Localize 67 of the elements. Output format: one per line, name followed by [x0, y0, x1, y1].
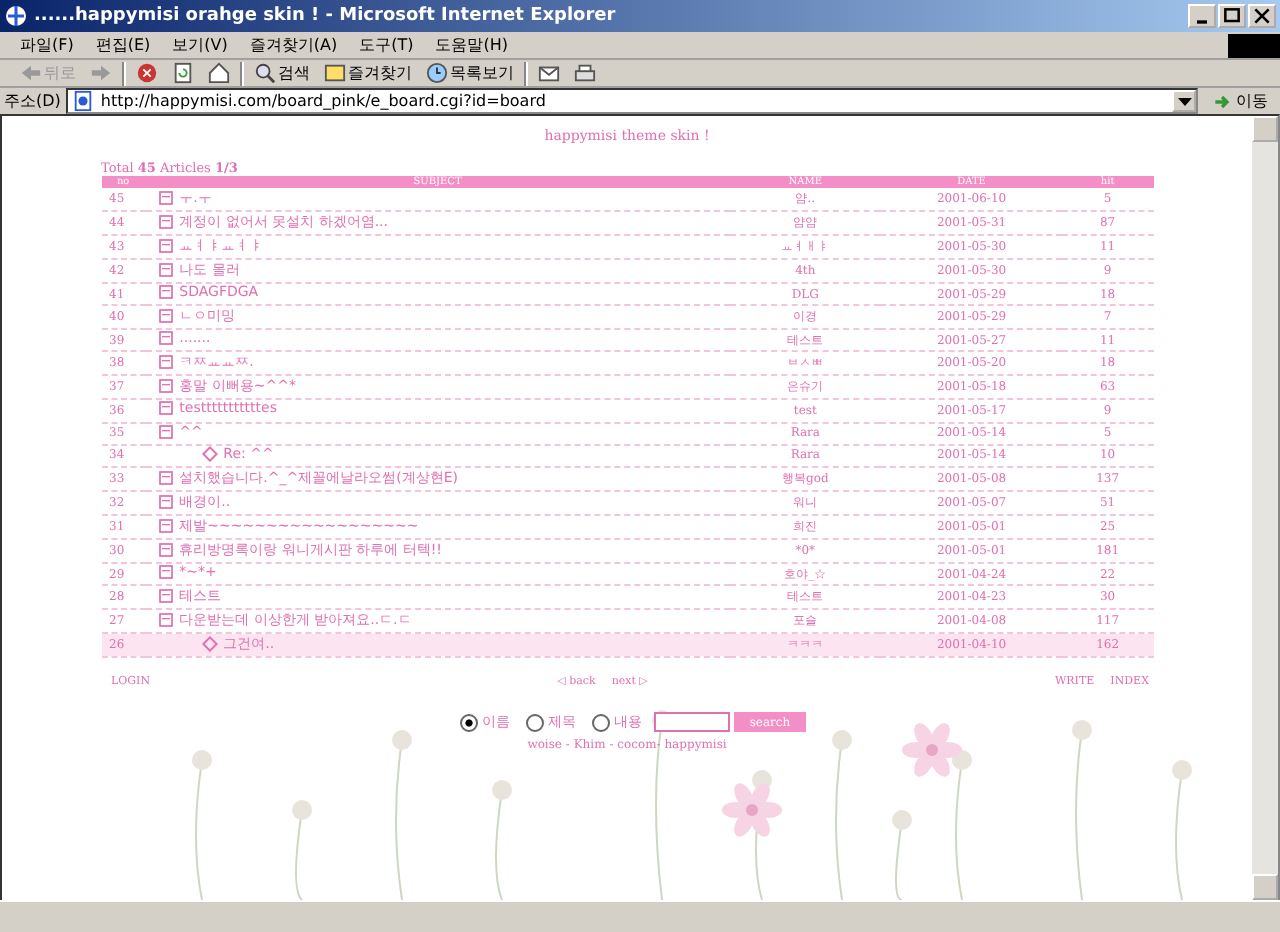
document-icon [157, 190, 174, 206]
close-icon [1252, 6, 1272, 26]
flower-stem-drawing [892, 810, 912, 900]
mail-button[interactable] [534, 61, 564, 85]
radio-button[interactable] [459, 713, 478, 732]
search-button[interactable]: 검색 [250, 61, 314, 85]
dropdown-button[interactable] [1172, 90, 1196, 112]
document-icon [157, 564, 174, 581]
radio-button[interactable] [591, 713, 610, 732]
maximize-icon [1222, 6, 1242, 26]
radio-button[interactable] [525, 713, 544, 732]
browser-icon [4, 4, 28, 28]
search-field[interactable] [653, 712, 730, 733]
arrow-icon [1212, 91, 1232, 111]
document-icon [157, 588, 174, 605]
document-icon [157, 541, 174, 558]
flower-stem-drawing [492, 780, 512, 900]
diamond-icon [201, 445, 218, 462]
minimize-button[interactable] [1188, 4, 1216, 28]
menu-item[interactable]: 즐겨찾기(A) [249, 34, 338, 56]
back-arrow-icon [20, 62, 42, 84]
home-button[interactable] [204, 61, 234, 85]
document-icon [157, 612, 174, 629]
print-button[interactable] [570, 61, 600, 85]
document-icon [157, 262, 174, 278]
page-icon [72, 90, 95, 112]
history-button[interactable]: 목록보기 [422, 61, 518, 85]
menu-item[interactable]: 편집(E) [95, 34, 151, 56]
document-icon [157, 238, 174, 254]
search-icon [254, 62, 276, 84]
flower-stem-drawing [292, 800, 312, 900]
document-icon [157, 469, 174, 486]
forward-arrow-icon [90, 62, 112, 84]
address-label: 주소(D) [4, 90, 61, 112]
maximize-button[interactable] [1218, 4, 1246, 28]
document-icon [157, 400, 174, 417]
mail-icon [538, 62, 560, 84]
go-button[interactable]: 이동 [1204, 90, 1276, 112]
page-icon [172, 62, 194, 84]
favorites-button[interactable]: 즐겨찾기 [320, 61, 416, 85]
menu-item[interactable]: 도움말(H) [435, 34, 508, 56]
flower-drawing [902, 723, 962, 777]
document-icon [157, 517, 174, 534]
stop-icon [136, 62, 158, 84]
document-icon [157, 308, 174, 325]
document-icon [157, 284, 174, 301]
menu-item[interactable]: 파일(F) [20, 34, 74, 56]
flower-stem-drawing [1172, 760, 1192, 900]
document-icon [157, 354, 174, 371]
minimize-icon [1196, 19, 1208, 23]
document-icon [157, 493, 174, 510]
home-icon [208, 62, 230, 84]
print-icon [574, 62, 596, 84]
document-icon [157, 214, 174, 230]
flower-drawing [722, 783, 782, 837]
menu-item[interactable]: 도구(T) [359, 34, 414, 56]
menu-item[interactable]: 보기(V) [172, 34, 228, 56]
diamond-icon [201, 636, 218, 653]
caret-icon [1177, 97, 1191, 105]
back-button[interactable]: 뒤로 [16, 61, 80, 85]
window-title: ......happymisi orahge skin ! - Microsoft Internet Explorer [34, 6, 618, 26]
stop-button[interactable] [132, 61, 162, 85]
document-icon [157, 423, 174, 440]
document-icon [157, 330, 174, 347]
document-icon [157, 378, 174, 395]
address-field[interactable]: http://happymisi.com/board_pink/e_board.cgi?id=board [66, 88, 1198, 114]
close-button[interactable] [1248, 4, 1276, 28]
